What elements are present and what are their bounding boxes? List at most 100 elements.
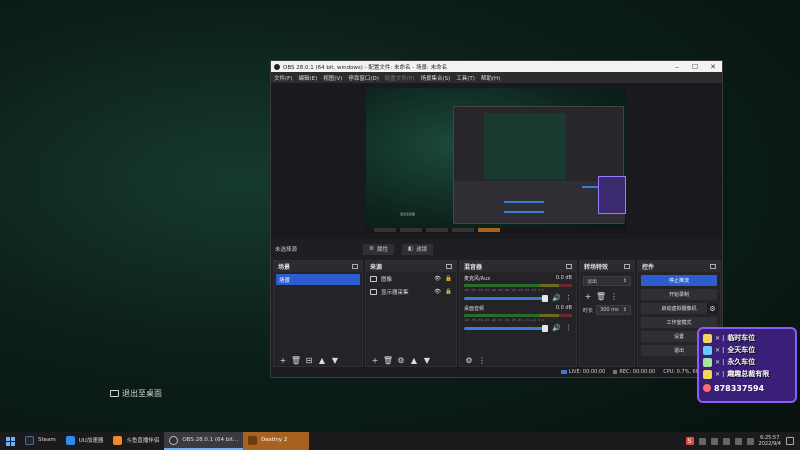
eye-icon[interactable]: 👁 <box>434 289 441 295</box>
eye-icon[interactable]: 👁 <box>434 276 441 282</box>
system-clock[interactable]: 6:25:57 2022/9/4 <box>759 435 781 447</box>
start-virtual-camera-button[interactable]: 启动虚拟摄像机 ⚙ <box>641 303 718 314</box>
volume-slider[interactable] <box>464 294 549 302</box>
promo-row-text: 全天车位 <box>727 346 756 354</box>
lock-icon[interactable]: 🔒 <box>445 289 452 295</box>
mixer-channel-db: 0.0 dB <box>555 305 572 311</box>
meter-ticks: -60 -55 -50 -45 -40 -35 -30 -25 -20 -15 … <box>464 288 544 292</box>
remove-source-icon[interactable]: 🗑 <box>383 355 393 365</box>
tray-app-icon[interactable] <box>698 437 706 445</box>
mixer-channel-name: 麦克风/Aux <box>464 276 491 282</box>
more-options-icon[interactable]: ⋮ <box>565 324 572 332</box>
image-icon <box>370 275 377 282</box>
desktop-exit-hint-label: 退出至桌面 <box>122 389 162 398</box>
undock-icon[interactable] <box>566 264 572 269</box>
ime-icon[interactable]: S <box>685 437 694 445</box>
start-button[interactable] <box>0 432 20 450</box>
volume-meter <box>464 284 572 287</box>
source-item-label: 显示器采集 <box>381 289 409 296</box>
volume-icon[interactable] <box>746 437 754 445</box>
menu-scene-collection[interactable]: 场景集合(S) <box>420 74 450 82</box>
desktop-exit-hint[interactable]: 退出至桌面 <box>110 388 162 399</box>
remove-transition-icon[interactable]: 🗑 <box>596 291 606 301</box>
stepper-icon[interactable]: ⇕ <box>623 307 627 313</box>
network-icon[interactable] <box>734 437 742 445</box>
undock-icon[interactable] <box>710 264 716 269</box>
menu-tools[interactable]: 工具(T) <box>456 74 475 82</box>
maximize-icon[interactable]: ☐ <box>686 63 704 71</box>
meter-ticks: -60 -55 -50 -45 -40 -35 -30 -25 -20 -15 … <box>464 318 544 322</box>
speaker-icon[interactable]: 🔊 <box>552 324 561 332</box>
tray-app-icon[interactable] <box>722 437 730 445</box>
speaker-icon[interactable]: 🔊 <box>552 294 561 302</box>
remove-scene-icon[interactable]: 🗑 <box>291 355 301 365</box>
obs-window: OBS 28.0.1 (64 bit, windows) - 配置文件: 未命名… <box>270 60 723 378</box>
taskbar-item-steam[interactable]: Steam <box>20 432 61 450</box>
move-down-icon[interactable]: ▼ <box>422 355 432 365</box>
menu-profile[interactable]: 配置文件(P) <box>385 74 415 82</box>
start-recording-button[interactable]: 开始录制 <box>641 289 717 300</box>
taskbar-item-obs[interactable]: OBS 28.0.1 (64 bit... <box>164 432 244 450</box>
menu-file[interactable]: 文件(F) <box>274 74 292 82</box>
obs-logo-icon <box>274 63 280 70</box>
undock-icon[interactable] <box>624 264 630 269</box>
add-source-icon[interactable]: + <box>370 355 380 365</box>
mixer-menu-icon[interactable]: ⋮ <box>477 355 487 365</box>
taskbar-item-uu[interactable]: UU加速器 <box>61 432 109 450</box>
gear-icon: ⚙ <box>369 246 374 252</box>
filters-button[interactable]: ◧ 滤镜 <box>401 243 434 255</box>
mixer-channel-db: 0.0 dB <box>555 275 572 281</box>
move-up-icon[interactable]: ▲ <box>317 355 327 365</box>
move-down-icon[interactable]: ▼ <box>330 355 340 365</box>
stop-streaming-button[interactable]: 停止推流 <box>641 275 717 286</box>
rec-icon <box>613 369 618 374</box>
transitions-dock-title: 转场特效 <box>584 264 609 271</box>
preview-canvas[interactable]: 退出至桌面 <box>366 88 626 233</box>
add-transition-icon[interactable]: + <box>583 291 593 301</box>
advanced-audio-icon[interactable]: ⚙ <box>464 355 474 365</box>
scene-list-item[interactable]: 场景 <box>276 274 360 285</box>
audio-mixer-dock: 混音器 麦克风/Aux 0.0 dB -60 -55 -50 -45 -40 -… <box>459 260 577 367</box>
duration-input[interactable]: 300 ms ⇕ <box>596 305 631 315</box>
source-properties-icon[interactable]: ⚙ <box>396 355 406 365</box>
obs-title-bar[interactable]: OBS 28.0.1 (64 bit, windows) - 配置文件: 未命名… <box>271 61 722 72</box>
transition-menu-icon[interactable]: ⋮ <box>609 291 619 301</box>
slider-knob[interactable] <box>542 324 549 332</box>
menu-docks[interactable]: 停靠窗口(D) <box>348 74 379 82</box>
properties-button[interactable]: ⚙ 属性 <box>363 243 394 255</box>
obs-icon <box>169 435 179 445</box>
undock-icon[interactable] <box>446 264 452 269</box>
sources-dock: 来源 图像 👁 🔒 显示器采集 👁 🔒 + 🗑 ⚙ ▲ ▼ <box>365 260 457 367</box>
more-options-icon[interactable]: ⋮ <box>565 294 572 302</box>
menu-help[interactable]: 帮助(H) <box>481 74 500 82</box>
menu-edit[interactable]: 编辑(E) <box>298 74 317 82</box>
volume-slider[interactable] <box>464 324 549 332</box>
minimize-icon[interactable]: – <box>668 63 686 71</box>
source-item-label: 图像 <box>381 276 393 283</box>
close-icon[interactable]: ✕ <box>704 63 722 71</box>
promo-qq-number: 878337594 <box>714 383 765 393</box>
transition-select[interactable]: 淡出 ⇕ <box>583 276 631 286</box>
obs-menu-bar: 文件(F) 编辑(E) 视图(V) 停靠窗口(D) 配置文件(P) 场景集合(S… <box>271 72 722 83</box>
lock-icon[interactable]: 🔒 <box>445 276 452 282</box>
volume-meter <box>464 314 572 317</box>
source-item-image[interactable]: 图像 👁 🔒 <box>366 272 456 285</box>
gear-icon[interactable]: ⚙ <box>707 303 718 314</box>
source-item-display-capture[interactable]: 显示器采集 👁 🔒 <box>366 285 456 298</box>
duration-label: 时长 <box>583 307 594 314</box>
notification-icon[interactable] <box>786 437 794 445</box>
windows-logo-icon <box>5 436 15 446</box>
filter-icon: ◧ <box>407 246 414 252</box>
taskbar-item-douyu[interactable]: 斗鱼直播伴侣 <box>108 432 164 450</box>
promo-overlay: ✕ | 临时车位 ✕ | 全天车位 ✕ | 永久车位 ✕ | 趣趣总裁有限 87… <box>697 327 797 403</box>
slider-knob[interactable] <box>542 294 549 302</box>
move-up-icon[interactable]: ▲ <box>409 355 419 365</box>
undock-icon[interactable] <box>352 264 358 269</box>
add-scene-icon[interactable]: + <box>278 355 288 365</box>
tray-app-icon[interactable] <box>710 437 718 445</box>
scenes-dock-header: 场景 <box>274 261 362 272</box>
menu-view[interactable]: 视图(V) <box>323 74 342 82</box>
pencil-icon <box>703 345 712 355</box>
filter-scene-icon[interactable]: ⊟ <box>304 355 314 365</box>
taskbar-item-destiny[interactable]: Destiny 2 <box>243 432 310 450</box>
